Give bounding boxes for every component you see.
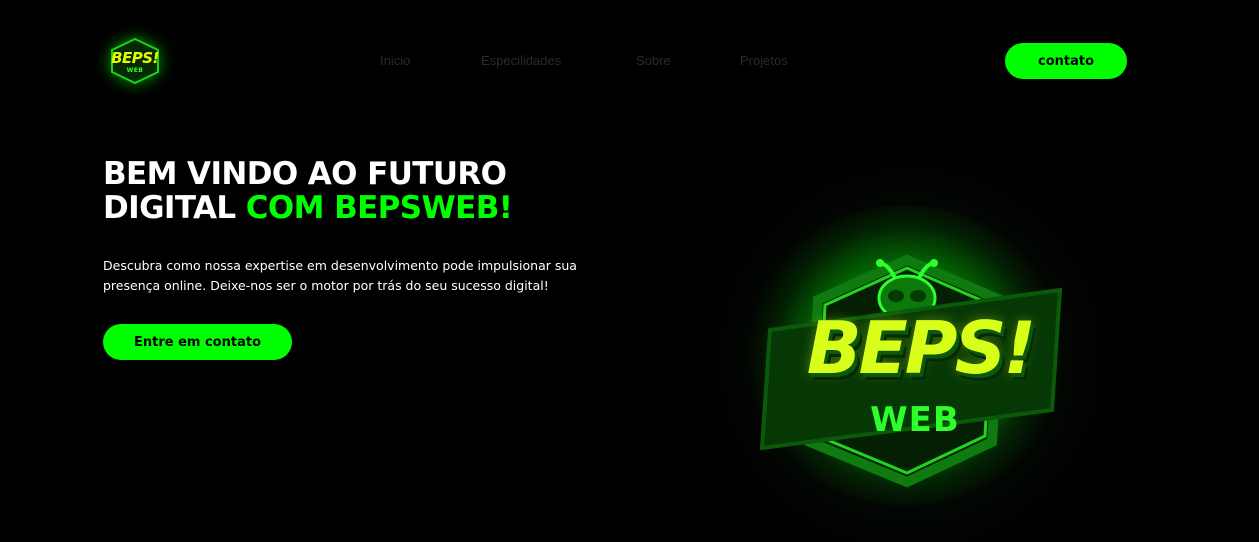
brand-logo[interactable]: BEPS! WEB [106, 36, 164, 86]
hero-logo-image: BEPS! WEB [700, 160, 1105, 542]
hero-title-line1: BEM VINDO AO FUTURO [103, 156, 507, 192]
logo-text: BEPS! [111, 49, 159, 67]
nav-item-projetos[interactable]: Projetos [740, 53, 788, 68]
hero-logo-main-text: BEPS! [806, 306, 1037, 390]
nav-item-sobre[interactable]: Sobre [636, 53, 671, 68]
hero-logo-sub-text: WEB [870, 400, 960, 440]
hero-title-accent: COM BEPSWEB! [245, 190, 513, 226]
hero-description-line2: presença online. Deixe-nos ser o motor p… [103, 278, 549, 293]
hero-description-line1: Descubra como nossa expertise em desenvo… [103, 258, 577, 273]
contact-button[interactable]: contato [1005, 43, 1127, 79]
hero-title-line2: DIGITAL [103, 190, 246, 226]
logo-subtext: WEB [126, 67, 144, 74]
hero-title: BEM VINDO AO FUTURO DIGITAL COM BEPSWEB! [103, 157, 623, 225]
nav-item-inicio[interactable]: Inicio [380, 53, 410, 68]
cta-contact-button[interactable]: Entre em contato [103, 324, 292, 360]
nav-item-especilidades[interactable]: Especilidades [481, 53, 561, 68]
hero-description: Descubra como nossa expertise em desenvo… [103, 256, 613, 296]
